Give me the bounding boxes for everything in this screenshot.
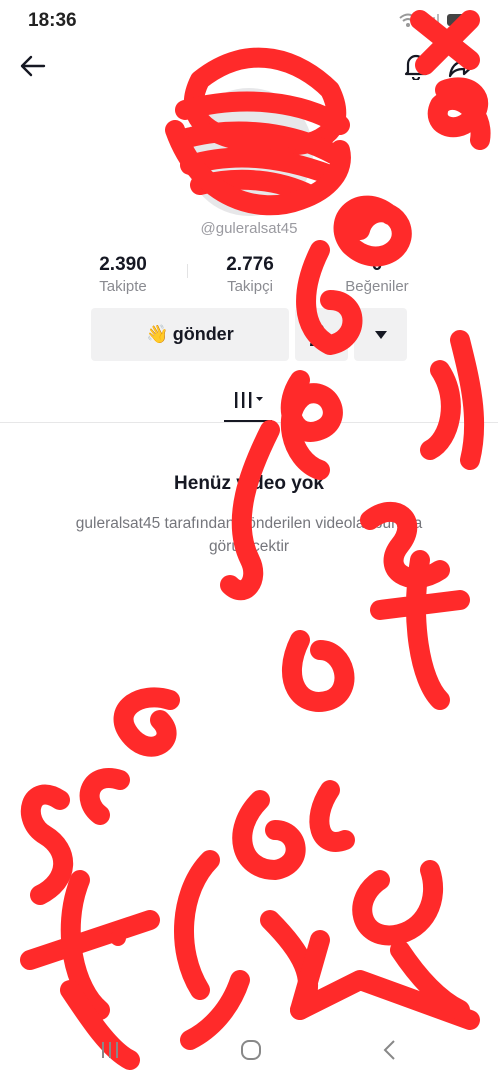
likes-count: 0 [371,254,383,275]
stat-divider [313,264,314,278]
chevron-left-icon [383,1040,395,1060]
home-circle-icon [241,1040,261,1060]
signal-icon [425,14,439,27]
home-button[interactable] [229,1032,273,1068]
follow-settings-button[interactable] [295,308,348,361]
stat-likes[interactable]: 0 Beğeniler [314,254,440,295]
video-grid-icon [235,392,263,408]
share-button[interactable] [442,46,482,86]
recent-apps-icon [102,1042,118,1058]
wifi-icon [399,13,417,27]
followers-count: 2.776 [226,254,274,275]
stats-row: 2.390 Takipte 2.776 Takipçi 0 Beğeniler [60,254,440,295]
recent-apps-button[interactable] [88,1032,132,1068]
stat-divider [187,264,188,278]
username: @guleralsat45 [200,220,298,237]
system-nav-bar [0,1020,498,1080]
top-nav [0,42,498,92]
likes-label: Beğeniler [345,278,409,295]
bell-icon [404,54,428,80]
stat-following[interactable]: 2.390 Takipte [60,254,186,295]
battery-icon [447,14,467,26]
send-button-label: gönder [172,324,234,344]
action-buttons: 👋 gönder [91,308,407,361]
triangle-down-icon [374,330,387,339]
empty-state-title: Henüz video yok [174,473,324,494]
user-gear-icon [309,323,334,346]
arrow-left-icon [20,55,46,77]
notification-bell-button[interactable] [396,46,436,86]
tab-videos[interactable] [224,380,272,422]
system-back-button[interactable] [368,1032,412,1068]
share-arrow-icon [448,54,476,78]
content-tabs [0,380,498,423]
following-count: 2.390 [99,254,147,275]
status-bar: 18:36 [0,0,498,42]
wave-emoji-icon: 👋 [146,324,169,344]
avatar[interactable] [185,88,313,216]
empty-state-description: guleralsat45 tarafından gönderilen video… [75,515,423,555]
status-icons [398,12,468,28]
back-button[interactable] [12,46,52,86]
stat-followers[interactable]: 2.776 Takipçi [187,254,313,295]
following-label: Takipte [99,278,147,295]
send-wave-button[interactable]: 👋 gönder [91,308,289,361]
status-time: 18:36 [28,10,77,31]
followers-label: Takipçi [227,278,273,295]
more-options-dropdown[interactable] [354,308,407,361]
